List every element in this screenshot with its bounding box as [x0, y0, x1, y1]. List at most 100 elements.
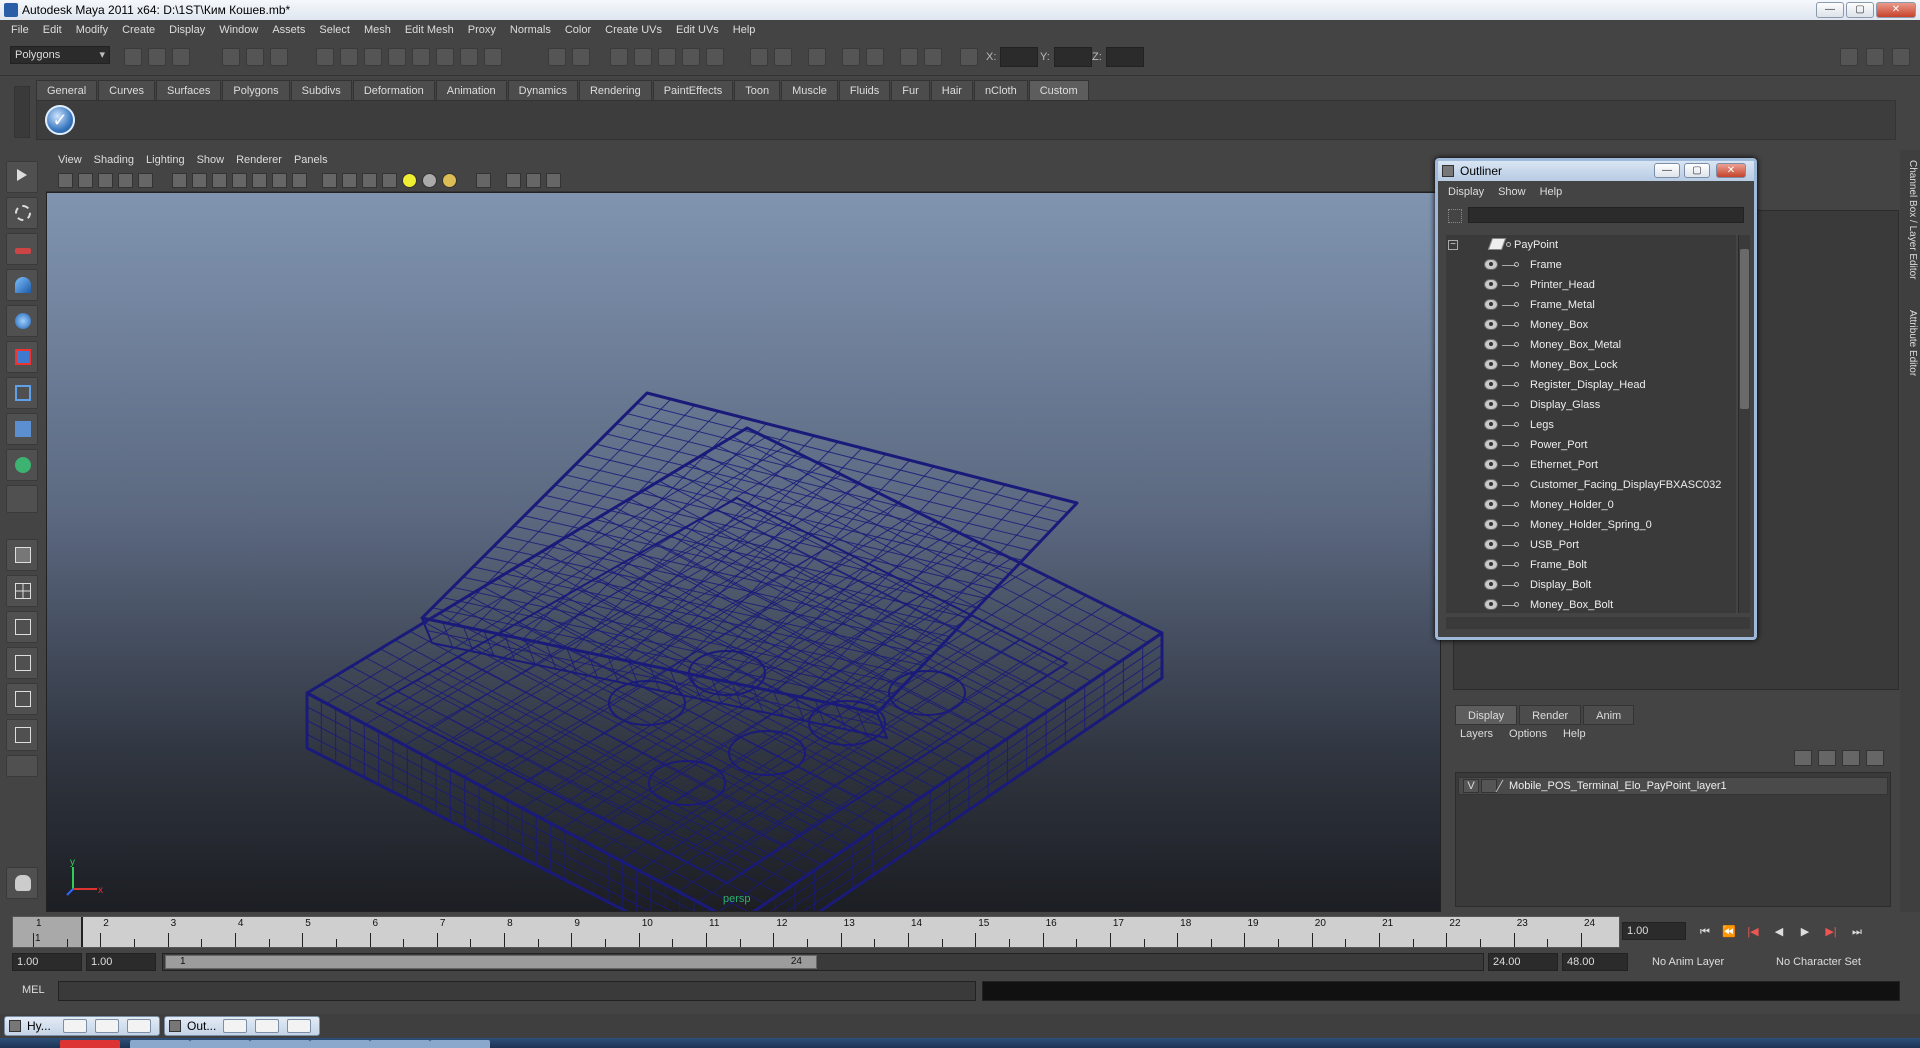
ipr-render-icon[interactable]	[658, 48, 676, 66]
resolution-gate-icon[interactable]	[212, 173, 227, 188]
outliner-maximize-button[interactable]: ▢	[1684, 163, 1710, 178]
time-slider[interactable]: 1 1 2 3 4 5 6 7 8 9 10 11 12 13 14 15 16 17 18 19 20 21 22 23 2…	[12, 916, 1620, 948]
move-layer-down-icon[interactable]	[1866, 750, 1884, 766]
outliner-row[interactable]: USB_Port	[1446, 535, 1736, 555]
xray-joints-icon[interactable]	[526, 173, 541, 188]
show-tool-settings-icon[interactable]	[774, 48, 792, 66]
film-gate-icon[interactable]	[192, 173, 207, 188]
vp-menu-view[interactable]: View	[52, 154, 88, 166]
current-frame-marker[interactable]: 1	[13, 917, 83, 947]
layout-graph-button[interactable]	[6, 719, 38, 751]
snap-plane-icon[interactable]	[412, 48, 430, 66]
x-field[interactable]	[1000, 47, 1038, 67]
show-manipulator-button[interactable]	[6, 449, 38, 481]
taskbar-item[interactable]	[310, 1040, 370, 1048]
minimized-outliner[interactable]: Out...	[164, 1016, 320, 1036]
last-tool-button[interactable]	[6, 485, 38, 513]
lasso-tool-button[interactable]	[6, 197, 38, 229]
step-back-key-button[interactable]: ⏪	[1720, 924, 1738, 940]
manipulator-tool-button[interactable]	[6, 377, 38, 409]
outliner-menu-display[interactable]: Display	[1448, 186, 1484, 198]
tab-general[interactable]: General	[36, 80, 98, 100]
smooth-shade-icon[interactable]	[342, 173, 357, 188]
tab-custom[interactable]: Custom	[1028, 80, 1089, 100]
move-tool-button[interactable]	[6, 269, 38, 301]
select-tool-button[interactable]	[6, 161, 38, 193]
tab-ncloth[interactable]: nCloth	[973, 80, 1028, 100]
menu-display[interactable]: Display	[162, 24, 212, 36]
menu-select[interactable]: Select	[312, 24, 357, 36]
outliner-filter-icon[interactable]	[1448, 209, 1462, 223]
taskbar-item[interactable]	[430, 1040, 490, 1048]
tab-hair[interactable]: Hair	[930, 80, 973, 100]
outliner-close-button[interactable]: ✕	[1716, 163, 1746, 178]
layer-visibility-toggle[interactable]: V	[1463, 779, 1479, 793]
vp-menu-panels[interactable]: Panels	[288, 154, 334, 166]
outliner-row[interactable]: Ethernet_Port	[1446, 455, 1736, 475]
playback-start-field[interactable]: 1.00	[86, 953, 156, 971]
outliner-horizontal-scrollbar[interactable]	[1446, 617, 1750, 629]
outliner-minimize-button[interactable]: —	[1654, 163, 1680, 178]
shelf-menu-handle[interactable]	[14, 86, 30, 138]
taskbar-item[interactable]	[60, 1040, 120, 1048]
menu-file[interactable]: File	[4, 24, 36, 36]
tab-subdivs[interactable]: Subdivs	[290, 80, 352, 100]
query-icon[interactable]	[484, 48, 502, 66]
open-scene-icon[interactable]	[148, 48, 166, 66]
outliner-scroll-thumb[interactable]	[1740, 249, 1749, 409]
select-object-icon[interactable]	[246, 48, 264, 66]
input-ops-icon[interactable]	[610, 48, 628, 66]
layer-menu-options[interactable]: Options	[1509, 728, 1547, 740]
minimized-hypershade[interactable]: Hy...	[4, 1016, 160, 1036]
layer-menu-layers[interactable]: Layers	[1460, 728, 1493, 740]
outliner-row[interactable]: Frame_Metal	[1446, 295, 1736, 315]
layout-four-button[interactable]	[6, 575, 38, 607]
close-small-button[interactable]	[127, 1019, 151, 1033]
playback-end-field[interactable]: 24.00	[1488, 953, 1558, 971]
render-current-icon[interactable]	[866, 48, 884, 66]
menu-create[interactable]: Create	[115, 24, 162, 36]
menu-assets[interactable]: Assets	[265, 24, 312, 36]
new-layer-icon[interactable]	[1794, 750, 1812, 766]
move-layer-up-icon[interactable]	[1842, 750, 1860, 766]
layer-name[interactable]: Mobile_POS_Terminal_Elo_PayPoint_layer1	[1509, 780, 1727, 792]
history-icon[interactable]	[460, 48, 478, 66]
outliner-row[interactable]: Frame	[1446, 255, 1736, 275]
outliner-row[interactable]: Display_Bolt	[1446, 575, 1736, 595]
textured-icon[interactable]	[382, 173, 397, 188]
tab-painteffects[interactable]: PaintEffects	[652, 80, 734, 100]
snap-grid-icon[interactable]	[340, 48, 358, 66]
safe-title-icon[interactable]	[292, 173, 307, 188]
close-small-button[interactable]	[287, 1019, 311, 1033]
toggle-tools-icon[interactable]	[1892, 48, 1910, 66]
taskbar-item[interactable]	[190, 1040, 250, 1048]
hand-tool-button[interactable]	[6, 867, 38, 899]
rotate-tool-button[interactable]	[6, 305, 38, 337]
isolate-select-icon[interactable]	[476, 173, 491, 188]
outliner-menu-show[interactable]: Show	[1498, 186, 1526, 198]
wireframe-on-shaded-icon[interactable]	[362, 173, 377, 188]
vp-menu-renderer[interactable]: Renderer	[230, 154, 288, 166]
camera-select-icon[interactable]	[58, 173, 73, 188]
outliner-row[interactable]: Money_Holder_Spring_0	[1446, 515, 1736, 535]
anim-layer-dropdown[interactable]: No Anim Layer	[1652, 953, 1724, 971]
layout-persp-graph-button[interactable]	[6, 647, 38, 679]
outliner-row[interactable]: Money_Box_Metal	[1446, 335, 1736, 355]
restore-up-button[interactable]	[63, 1019, 87, 1033]
range-slider-track[interactable]: 1 24	[162, 953, 1484, 971]
tab-animation[interactable]: Animation	[435, 80, 507, 100]
play-forwards-button[interactable]: ▶	[1796, 924, 1814, 940]
animation-start-field[interactable]: 1.00	[12, 953, 82, 971]
maximize-button[interactable]: ▢	[1846, 2, 1874, 18]
tab-surfaces[interactable]: Surfaces	[155, 80, 222, 100]
current-time-field[interactable]: 1.00	[1622, 922, 1686, 940]
layer-row[interactable]: V Mobile_POS_Terminal_Elo_PayPoint_layer…	[1458, 777, 1888, 795]
layer-playback-toggle[interactable]	[1481, 779, 1497, 793]
go-to-end-button[interactable]: ⏭	[1848, 924, 1866, 940]
tab-layer-display[interactable]: Display	[1455, 705, 1518, 725]
taskbar-item[interactable]	[250, 1040, 310, 1048]
tab-fluids[interactable]: Fluids	[838, 80, 891, 100]
render-view-icon[interactable]	[842, 48, 860, 66]
layout-more-button[interactable]	[6, 755, 38, 777]
relative-transform-icon[interactable]	[960, 48, 978, 66]
